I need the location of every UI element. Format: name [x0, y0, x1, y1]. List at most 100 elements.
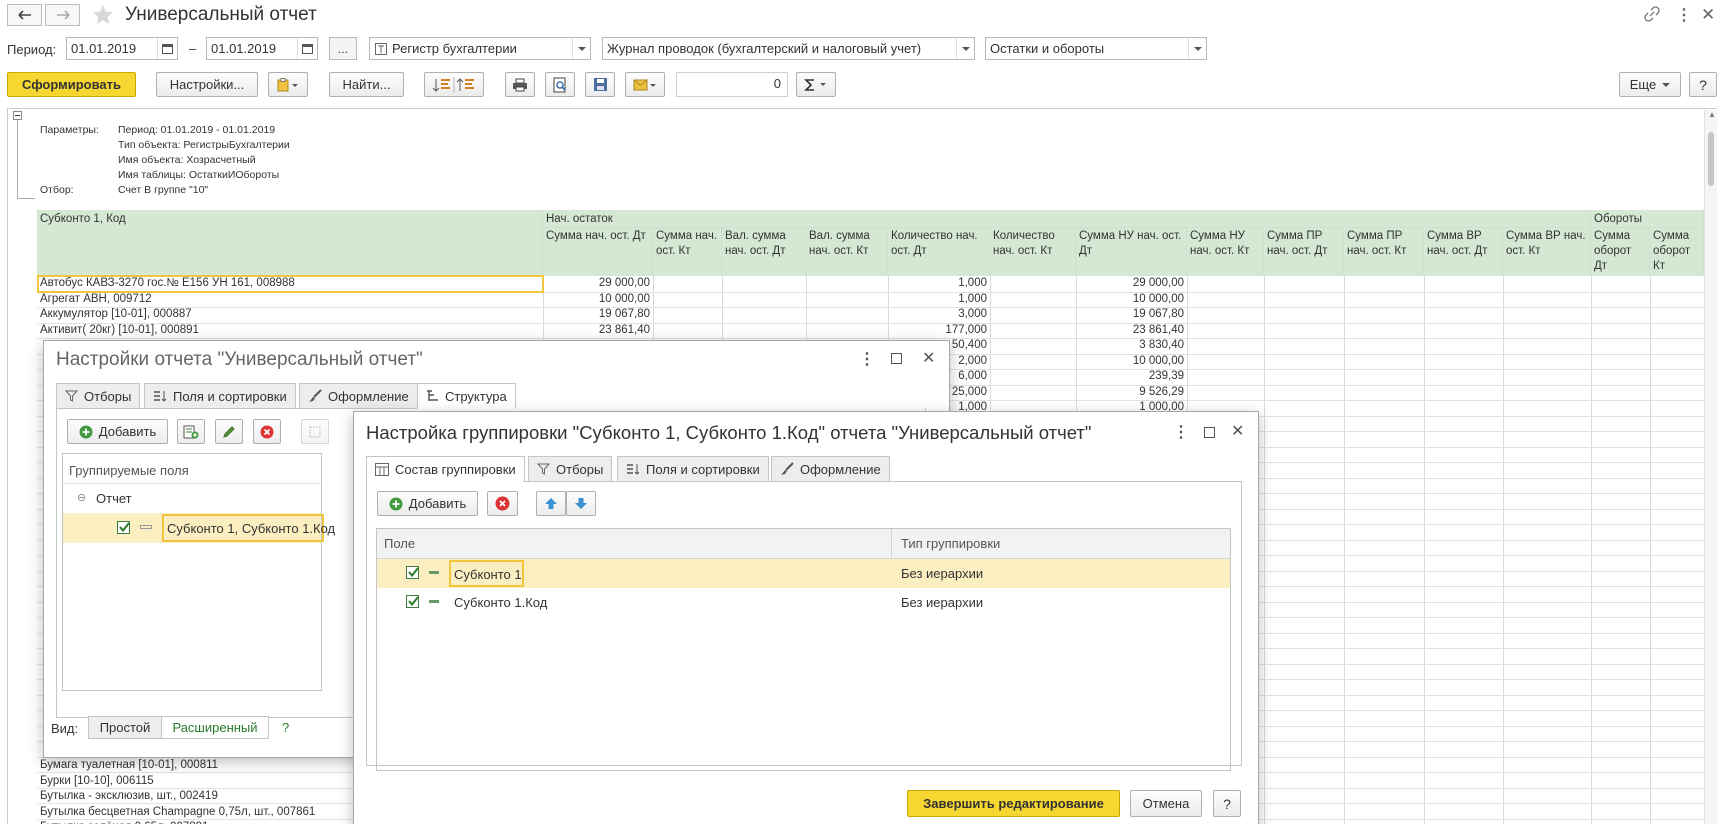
move-button[interactable]	[301, 419, 329, 444]
view-help-link[interactable]: ?	[282, 720, 289, 735]
cancel-button[interactable]: Отмена	[1130, 790, 1202, 817]
back-button[interactable]	[7, 4, 42, 26]
qty-start-dt-cell[interactable]: 177,000	[888, 324, 990, 336]
sum-nu-start-dt-cell[interactable]: 19 067,80	[1076, 308, 1187, 320]
variants-button[interactable]	[268, 72, 308, 97]
tab-structure[interactable]: Структура	[417, 383, 516, 409]
move-up-button[interactable]	[536, 491, 566, 516]
tab-label: Состав группировки	[395, 461, 516, 477]
sum-nu-start-dt-cell[interactable]: 239,39	[1076, 370, 1187, 382]
row-name-cell[interactable]: Бурки [10-10], 006115	[40, 775, 360, 787]
table-name-field[interactable]: Остатки и обороты	[985, 37, 1207, 60]
tab-appearance[interactable]: Оформление	[299, 383, 418, 409]
period-select-button[interactable]: ...	[329, 37, 357, 60]
tab-grouping-composition[interactable]: Состав группировки	[366, 456, 525, 482]
send-email-button[interactable]	[625, 72, 665, 97]
sum-button[interactable]	[796, 72, 836, 97]
grouping-fields-tree[interactable]	[62, 453, 322, 691]
row-name-cell[interactable]: Бумага туалетная [10-01], 000811	[40, 759, 360, 771]
grid-row-line	[37, 338, 1704, 339]
expand-collapse-button[interactable]	[424, 72, 484, 97]
close-icon[interactable]: ✕	[1701, 5, 1715, 25]
tree-item-label[interactable]: Субконто 1, Субконто 1.Код	[162, 514, 335, 542]
checkmark-icon	[408, 567, 419, 578]
row-name-cell[interactable]: Автобус КАВЗ-3270 гос.№ Е156 УН 161, 008…	[40, 277, 540, 289]
row-name-cell[interactable]: Бутылка - эксклюзив, шт., 002419	[40, 790, 360, 802]
preview-button[interactable]	[545, 72, 575, 97]
qty-start-dt-cell[interactable]: 3,000	[888, 308, 990, 320]
tab-fields-sorting[interactable]: Поля и сортировки	[144, 383, 296, 409]
qty-start-dt-cell[interactable]: 1,000	[888, 293, 990, 305]
scrollbar-thumb[interactable]	[1708, 132, 1714, 186]
help-button[interactable]: ?	[1689, 72, 1717, 97]
move-down-button[interactable]	[566, 491, 596, 516]
favorite-star-icon[interactable]	[91, 3, 115, 27]
vertical-scrollbar[interactable]: ▲	[1704, 110, 1717, 824]
view-simple-toggle[interactable]: Простой	[88, 716, 162, 739]
collapse-header-icon[interactable]	[13, 111, 22, 120]
chevron-down-icon[interactable]	[1188, 38, 1206, 59]
save-button[interactable]	[585, 72, 615, 97]
add-button[interactable]: Добавить	[67, 419, 168, 444]
more-menu-icon[interactable]: ⋮	[1676, 5, 1692, 25]
settings-button[interactable]: Настройки...	[156, 72, 258, 97]
row-name-cell[interactable]: Аккумулятор [10-01], 000887	[40, 308, 540, 320]
type-cell[interactable]: Без иерархии	[901, 595, 983, 610]
date-from-field[interactable]: 01.01.2019	[66, 37, 178, 60]
view-extended-toggle[interactable]: Расширенный	[161, 716, 269, 739]
add-button[interactable]: Добавить	[377, 491, 478, 516]
object-type-field[interactable]: Регистр бухгалтерии	[369, 37, 591, 60]
qty-start-dt-cell[interactable]: 1,000	[888, 277, 990, 289]
calendar-icon[interactable]	[157, 38, 177, 59]
sum-nu-start-dt-cell[interactable]: 29 000,00	[1076, 277, 1187, 289]
row-checkbox[interactable]	[406, 566, 419, 579]
tab-appearance[interactable]: Оформление	[771, 456, 890, 482]
delete-button[interactable]	[253, 419, 281, 444]
delete-button[interactable]	[487, 491, 518, 516]
more-menu-icon[interactable]: ⋮	[859, 349, 875, 369]
field-cell[interactable]: Субконто 1.Код	[454, 595, 547, 610]
row-name-cell[interactable]: Бутылка бесцветная Champagne 0,75л, шт.,…	[40, 806, 360, 818]
row-checkbox[interactable]	[406, 595, 419, 608]
link-icon[interactable]	[1644, 6, 1660, 22]
print-button[interactable]	[505, 72, 535, 97]
more-menu-icon[interactable]: ⋮	[1173, 422, 1189, 442]
find-button[interactable]: Найти...	[329, 72, 404, 97]
sum-nu-start-dt-cell[interactable]: 10 000,00	[1076, 355, 1187, 367]
date-to-field[interactable]: 01.01.2019	[206, 37, 318, 60]
edit-button[interactable]	[215, 419, 243, 444]
sum-nu-start-dt-cell[interactable]: 23 861,40	[1076, 324, 1187, 336]
tree-item-checkbox[interactable]	[117, 521, 130, 534]
maximize-icon[interactable]	[1204, 427, 1215, 438]
type-cell[interactable]: Без иерархии	[901, 566, 983, 581]
tab-filters[interactable]: Отборы	[528, 456, 613, 482]
chevron-down-icon[interactable]	[956, 38, 974, 59]
more-button[interactable]: Еще	[1619, 72, 1681, 97]
sum-nu-start-dt-cell[interactable]: 3 830,40	[1076, 339, 1187, 351]
sum-number-field[interactable]: 0	[676, 72, 788, 97]
close-icon[interactable]: ✕	[922, 348, 935, 368]
group-levels-icon	[432, 76, 474, 93]
sum-nu-start-dt-cell[interactable]: 9 526,29	[1076, 386, 1187, 398]
sum-start-dt-cell[interactable]: 10 000,00	[543, 293, 653, 305]
sum-start-dt-cell[interactable]: 19 067,80	[543, 308, 653, 320]
generate-button[interactable]: Сформировать	[7, 72, 136, 97]
maximize-icon[interactable]	[891, 353, 902, 364]
tab-fields-sorting[interactable]: Поля и сортировки	[617, 456, 769, 482]
forward-button[interactable]	[45, 4, 80, 26]
help-button[interactable]: ?	[1213, 790, 1241, 817]
row-name-cell[interactable]: Активит( 20кг) [10-01], 000891	[40, 324, 540, 336]
sum-start-dt-cell[interactable]: 29 000,00	[543, 277, 653, 289]
calendar-icon[interactable]	[297, 38, 317, 59]
tab-filters[interactable]: Отборы	[56, 383, 141, 409]
sum-nu-start-dt-cell[interactable]: 10 000,00	[1076, 293, 1187, 305]
finish-editing-button[interactable]: Завершить редактирование	[907, 790, 1120, 817]
object-name-field[interactable]: Журнал проводок (бухгалтерский и налогов…	[602, 37, 975, 60]
close-icon[interactable]: ✕	[1231, 421, 1244, 441]
add-group-button[interactable]	[177, 419, 205, 444]
chevron-down-icon[interactable]	[572, 38, 590, 59]
row-name-cell[interactable]: Агрегат АВН, 009712	[40, 293, 540, 305]
field-cell[interactable]: Субконто 1	[449, 560, 524, 587]
sum-start-dt-cell[interactable]: 23 861,40	[543, 324, 653, 336]
tree-collapse-icon[interactable]: ⊖	[77, 491, 86, 504]
